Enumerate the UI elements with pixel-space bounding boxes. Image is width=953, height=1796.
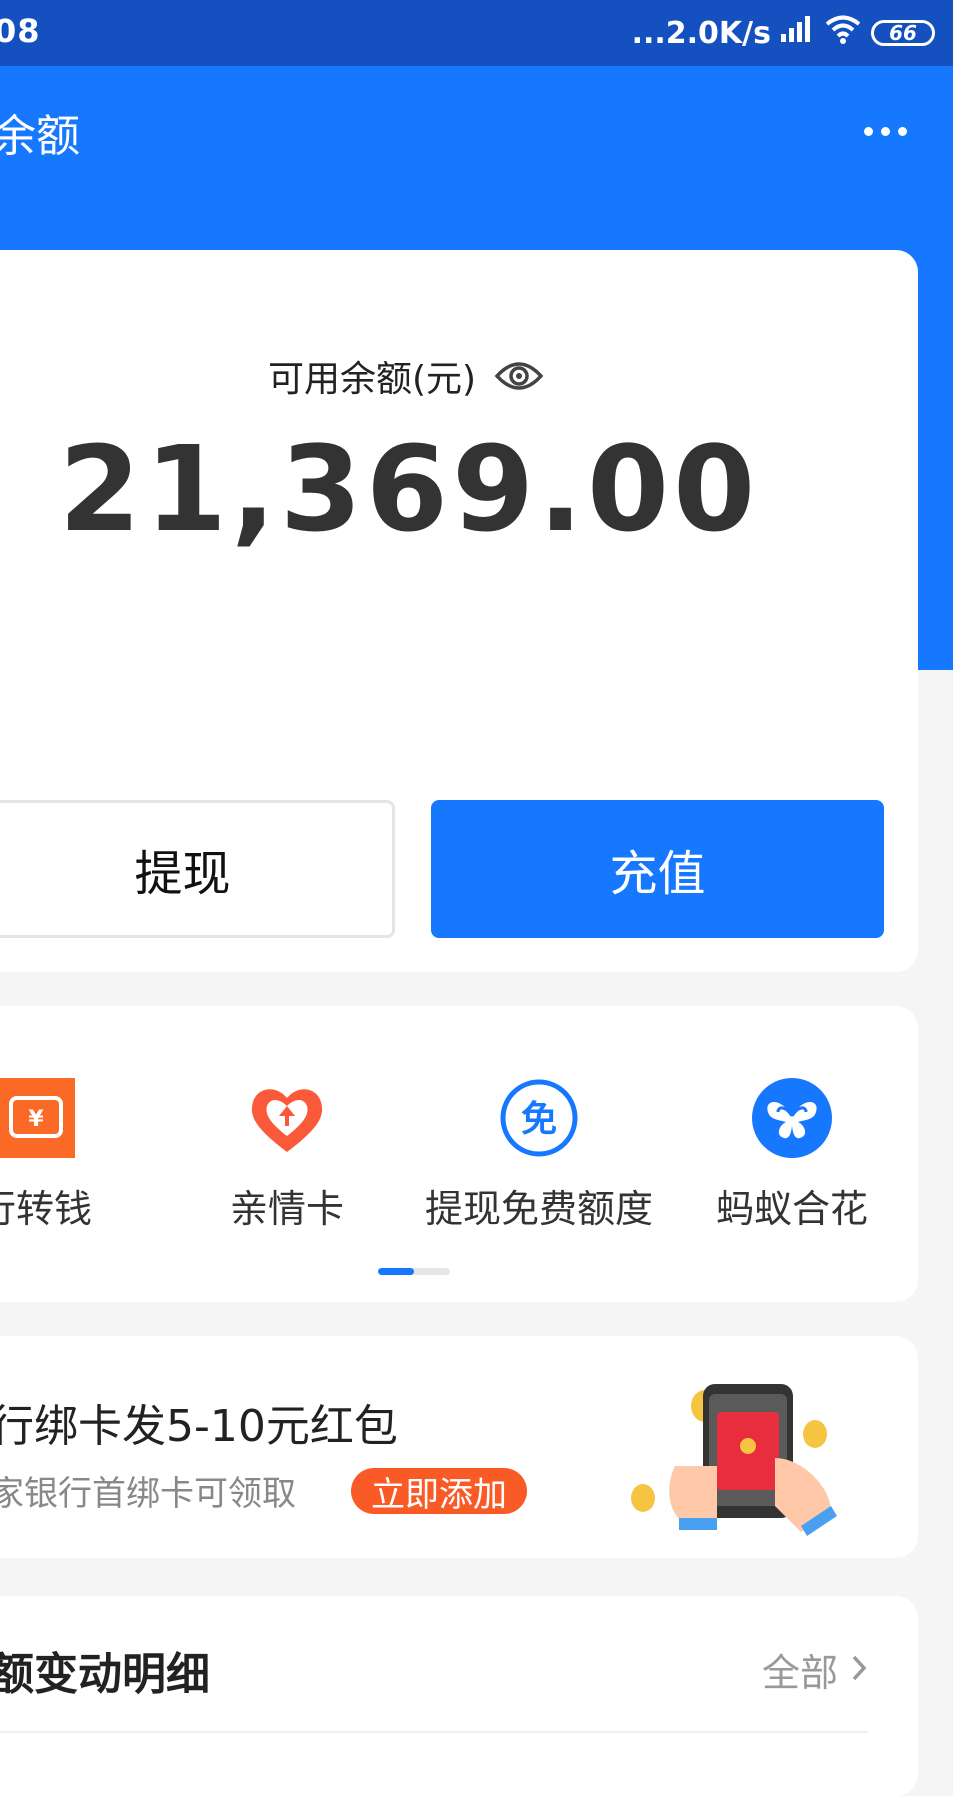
more-dot-icon <box>880 126 890 136</box>
view-all-link[interactable]: 全部 <box>762 1642 870 1697</box>
status-time: 08 <box>0 12 41 50</box>
shortcut-ant-huabei[interactable]: 蚂蚁合花 <box>677 1076 907 1233</box>
heart-card-icon <box>245 1076 329 1160</box>
divider <box>0 1731 868 1733</box>
shortcut-label: 蚂蚁合花 <box>715 1187 868 1231</box>
shortcut-card: ¥ 行转钱 亲情卡 免 提现免费额度 <box>0 1006 918 1302</box>
topup-button[interactable]: 充值 <box>431 800 884 938</box>
shortcut-transfer[interactable]: ¥ 行转钱 <box>0 1076 150 1233</box>
red-packet-phone-illustration <box>605 1366 845 1546</box>
balance-label: 可用余额(元) <box>268 359 477 400</box>
balance-amount: 21,369.00 <box>58 420 760 558</box>
carousel-pager <box>378 1268 450 1275</box>
eye-icon[interactable] <box>494 358 544 394</box>
add-now-button[interactable]: 立即添加 <box>351 1468 527 1515</box>
shortcut-label: 行转钱 <box>0 1187 92 1231</box>
wifi-icon <box>823 14 863 52</box>
pager-active <box>378 1268 414 1275</box>
promo-title: 行绑卡发5-10元红包 <box>0 1401 398 1452</box>
details-card: 额变动明细 全部 <box>0 1596 918 1796</box>
promo-card[interactable]: 行绑卡发5-10元红包 家银行首绑卡可领取 立即添加 <box>0 1336 918 1558</box>
more-dot-icon <box>897 126 907 136</box>
shortcut-family-card[interactable]: 亲情卡 <box>172 1076 402 1233</box>
details-title: 额变动明细 <box>0 1649 210 1700</box>
page-title: 余额 <box>0 111 80 162</box>
view-all-label: 全部 <box>761 1651 838 1695</box>
withdraw-button[interactable]: 提现 <box>0 800 395 938</box>
shortcut-label: 亲情卡 <box>229 1187 344 1231</box>
free-glyph: 免 <box>521 1099 557 1140</box>
signal-icon <box>779 14 815 52</box>
status-bar: 08 ...2.0K/s 66 <box>0 0 953 66</box>
network-speed: ...2.0K/s <box>631 15 771 51</box>
balance-label-row: 可用余额(元) <box>268 350 544 402</box>
shortcut-label: 提现免费额度 <box>424 1187 653 1231</box>
transfer-icon: ¥ <box>0 1076 77 1160</box>
butterfly-icon <box>750 1076 834 1160</box>
status-right: ...2.0K/s 66 <box>632 14 935 52</box>
chevron-right-icon <box>850 1648 870 1692</box>
more-dot-icon <box>863 126 873 136</box>
shortcut-free-quota[interactable]: 免 提现免费额度 <box>424 1076 654 1233</box>
more-button[interactable] <box>855 108 915 154</box>
battery-icon: 66 <box>871 20 935 46</box>
promo-subtitle: 家银行首绑卡可领取 <box>0 1474 296 1514</box>
free-badge-icon: 免 <box>497 1076 581 1160</box>
balance-card: 可用余额(元) 21,369.00 提现 充值 <box>0 250 918 972</box>
yuan-glyph: ¥ <box>28 1107 44 1132</box>
